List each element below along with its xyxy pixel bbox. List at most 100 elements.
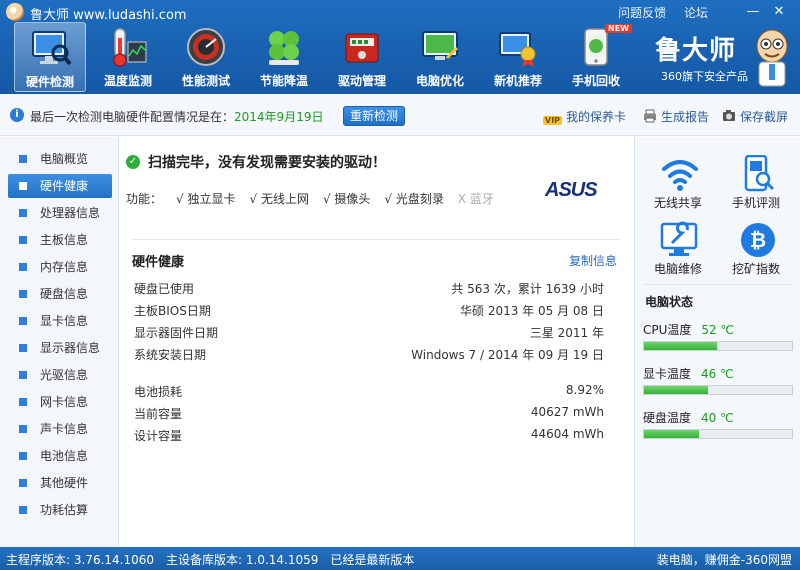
temp-value: 46 ℃: [701, 367, 734, 381]
bullet-icon: [19, 452, 27, 460]
info-key: 显示器固件日期: [134, 326, 219, 340]
nav-performance[interactable]: 性能测试: [170, 22, 242, 92]
sidebar-item-optical[interactable]: 光驱信息: [8, 363, 112, 387]
divider: [643, 284, 793, 285]
nav-phone-recycle[interactable]: NEW 手机回收: [560, 22, 632, 92]
bullet-icon: [19, 344, 27, 352]
sidebar-item-label: 声卡信息: [40, 422, 89, 436]
brand-subtitle: 360旗下安全产品: [661, 70, 748, 83]
last-check-prefix: 最后一次检测电脑硬件配置情况是在：: [30, 110, 235, 124]
bullet-icon: [19, 290, 27, 298]
last-check-date: 2014年9月19日: [234, 110, 324, 124]
bullet-icon: [19, 263, 27, 271]
sidebar-item-other[interactable]: 其他硬件: [8, 471, 112, 495]
info-key: 硬盘已使用: [134, 282, 195, 296]
section-title: 硬件健康: [132, 255, 185, 270]
divider: [132, 239, 620, 240]
cpu-temp-label: CPU温度 52 ℃: [643, 321, 734, 338]
info-value: 共 563 次，累计 1639 小时: [451, 282, 604, 296]
sidebar-item-network[interactable]: 网卡信息: [8, 390, 112, 414]
tool-pc-repair[interactable]: 电脑维修: [643, 217, 713, 279]
nav-label: 电脑优化: [415, 74, 464, 88]
sidebar-item-gpu[interactable]: 显卡信息: [8, 309, 112, 333]
sidebar-item-monitor[interactable]: 显示器信息: [8, 336, 112, 360]
info-value: 40627 mWh: [530, 405, 604, 419]
generate-report-link[interactable]: 生成报告: [643, 108, 709, 125]
save-screenshot-label: 保存截屏: [740, 110, 789, 124]
sidebar-item-overview[interactable]: 电脑概览: [8, 147, 112, 171]
nav-temperature[interactable]: 温度监测: [92, 22, 164, 92]
nav-optimize[interactable]: 电脑优化: [404, 22, 476, 92]
pc-status-title: 电脑状态: [645, 295, 694, 309]
right-panel: 无线共享 手机评测 电脑维修 ₿ 挖矿指数 电脑状态 CPU温度 52 ℃ 显卡温…: [634, 137, 800, 547]
clover-icon: [269, 31, 299, 65]
forum-link[interactable]: 论坛: [684, 6, 708, 20]
vip-card-icon: VIP: [543, 116, 563, 125]
info-key: 主板BIOS日期: [134, 304, 211, 318]
temp-bar-fill: [644, 430, 699, 438]
temp-name: 显卡温度: [643, 367, 692, 381]
feedback-link[interactable]: 问题反馈: [618, 6, 666, 20]
tool-phone-test[interactable]: 手机评测: [721, 151, 791, 213]
nav-hardware-detect[interactable]: 硬件检测: [14, 22, 86, 92]
info-row: 硬盘已使用 共 563 次，累计 1639 小时: [134, 280, 604, 300]
promo-link[interactable]: 装电脑，赚佣金-360网盟: [657, 551, 792, 568]
bullet-icon: [19, 371, 27, 379]
last-check-text: 最后一次检测电脑硬件配置情况是在：2014年9月19日: [30, 108, 323, 125]
nav-driver-management[interactable]: 驱动管理: [326, 22, 398, 92]
bitcoin-icon: ₿: [741, 223, 775, 257]
sidebar-item-cpu[interactable]: 处理器信息: [8, 201, 112, 225]
window-buttons: — ✕: [740, 2, 792, 22]
sidebar-item-label: 网卡信息: [40, 395, 89, 409]
recheck-button[interactable]: 重新检测: [343, 106, 405, 126]
nav-energy-saving[interactable]: 节能降温: [248, 22, 320, 92]
sidebar-item-motherboard[interactable]: 主板信息: [8, 228, 112, 252]
sidebar-item-sound[interactable]: 声卡信息: [8, 417, 112, 441]
driver-box-icon: [345, 33, 379, 63]
warranty-card-label: 我的保养卡: [566, 110, 627, 124]
feature-item: X 蓝牙: [457, 192, 494, 206]
info-key: 电池损耗: [134, 385, 183, 399]
sidebar-item-memory[interactable]: 内存信息: [8, 255, 112, 279]
close-button[interactable]: ✕: [766, 2, 792, 22]
sidebar-item-label: 其他硬件: [40, 476, 89, 490]
brand: 鲁大师 360旗下安全产品: [655, 29, 795, 90]
minimize-button[interactable]: —: [740, 2, 766, 22]
brand-name: 鲁大师: [655, 36, 737, 66]
sidebar-item-hardware-health[interactable]: 硬件健康: [8, 174, 112, 198]
tool-wifi-share[interactable]: 无线共享: [643, 151, 713, 213]
save-screenshot-link[interactable]: 保存截屏: [722, 108, 788, 125]
svg-text:₿: ₿: [750, 228, 766, 252]
temp-name: CPU温度: [643, 323, 692, 337]
nav-new-machine[interactable]: 新机推荐: [482, 22, 554, 92]
info-value: Windows 7 / 2014 年 09 月 19 日: [411, 348, 604, 362]
sidebar-item-label: 光驱信息: [40, 368, 89, 382]
battery-row: 当前容量 40627 mWh: [134, 405, 604, 425]
sidebar-item-disk[interactable]: 硬盘信息: [8, 282, 112, 306]
nav-label: 手机回收: [571, 74, 620, 88]
tool-mining-index[interactable]: ₿ 挖矿指数: [721, 217, 791, 279]
copy-info-link[interactable]: 复制信息: [569, 252, 617, 269]
info-value: 华硕 2013 年 05 月 08 日: [460, 304, 604, 318]
feature-item: √ 独立显卡: [176, 192, 236, 206]
tool-label: 手机评测: [731, 196, 780, 210]
info-value: 44604 mWh: [530, 427, 604, 441]
temp-value: 40 ℃: [701, 411, 734, 425]
warranty-card-link[interactable]: VIP 我的保养卡: [543, 108, 626, 125]
sidebar-item-label: 处理器信息: [40, 206, 101, 220]
nav-label: 性能测试: [181, 74, 230, 88]
generate-report-label: 生成报告: [661, 110, 710, 124]
nav-label: 节能降温: [259, 74, 308, 88]
sidebar-item-label: 电池信息: [40, 449, 89, 463]
gpu-temp-label: 显卡温度 46 ℃: [643, 365, 734, 382]
sidebar-item-power[interactable]: 功耗估算: [8, 498, 112, 522]
feature-item: √ 光盘刻录: [384, 192, 444, 206]
info-key: 当前容量: [134, 407, 183, 421]
features-label: 功能：: [126, 192, 163, 206]
sidebar-item-label: 显示器信息: [40, 341, 101, 355]
battery-row: 电池损耗 8.92%: [134, 383, 604, 403]
sidebar-item-battery[interactable]: 电池信息: [8, 444, 112, 468]
nav-label: 硬件检测: [25, 75, 74, 89]
scan-result-title: 扫描完毕，没有发现需要安装的驱动！: [148, 155, 386, 171]
disk-temp-label: 硬盘温度 40 ℃: [643, 409, 734, 426]
